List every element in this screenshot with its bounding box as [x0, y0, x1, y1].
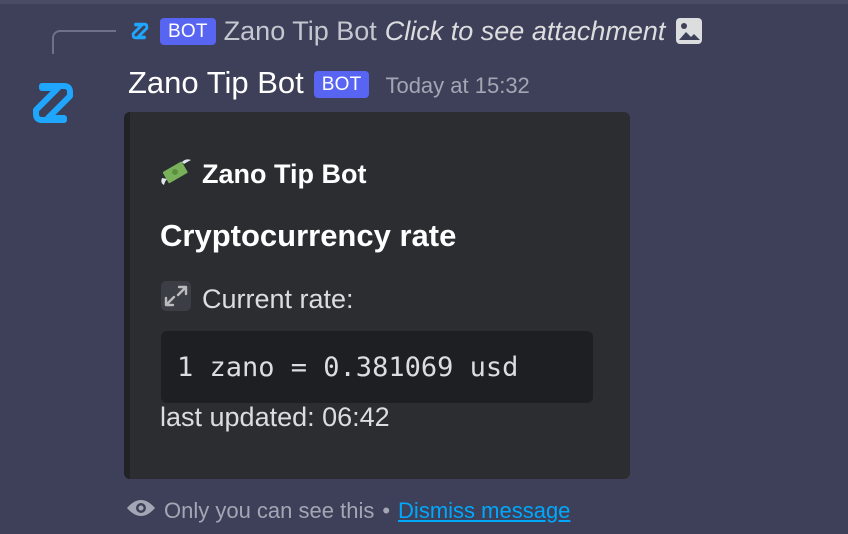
reply-spine: [52, 30, 116, 54]
zano-logo-icon[interactable]: [128, 19, 152, 43]
message-header: Zano Tip Bot BOT Today at 15:32: [128, 62, 530, 104]
embed-author-name: Zano Tip Bot: [202, 159, 367, 189]
last-updated-text: last updated: 06:42: [160, 402, 390, 432]
field-label: Current rate:: [160, 280, 354, 319]
ephemeral-text: Only you can see this: [164, 498, 375, 523]
rate-code-block: 1 zano = 0.381069 usd: [161, 331, 593, 403]
reply-reference[interactable]: BOT Zano Tip Bot Click to see attachment: [128, 12, 705, 50]
field-label-text: Current rate:: [202, 284, 354, 314]
bot-tag: BOT: [160, 17, 216, 45]
ephemeral-notice: Only you can see this • Dismiss message: [126, 498, 570, 524]
zano-logo-icon[interactable]: [28, 78, 78, 128]
money-with-wings-icon: [160, 156, 194, 193]
chat-message-area: BOT Zano Tip Bot Click to see attachment…: [0, 0, 848, 534]
rate-value: 1 zano = 0.381069 usd: [177, 351, 519, 383]
username[interactable]: Zano Tip Bot: [128, 65, 304, 101]
eye-icon: [126, 498, 156, 524]
divider: [0, 0, 848, 4]
separator: •: [382, 498, 391, 523]
embed-title: Cryptocurrency rate: [160, 218, 457, 253]
reply-author-name[interactable]: Zano Tip Bot: [224, 16, 377, 47]
exchange-arrows-icon: [160, 280, 192, 319]
bot-tag: BOT: [313, 70, 370, 98]
embed-card: Zano Tip Bot Cryptocurrency rate Current…: [124, 112, 630, 479]
image-icon[interactable]: [673, 15, 705, 47]
reply-preview-text[interactable]: Click to see attachment: [385, 16, 666, 47]
embed-author: Zano Tip Bot: [160, 156, 366, 193]
timestamp[interactable]: Today at 15:32: [385, 73, 529, 99]
dismiss-message-link[interactable]: Dismiss message: [398, 498, 570, 524]
